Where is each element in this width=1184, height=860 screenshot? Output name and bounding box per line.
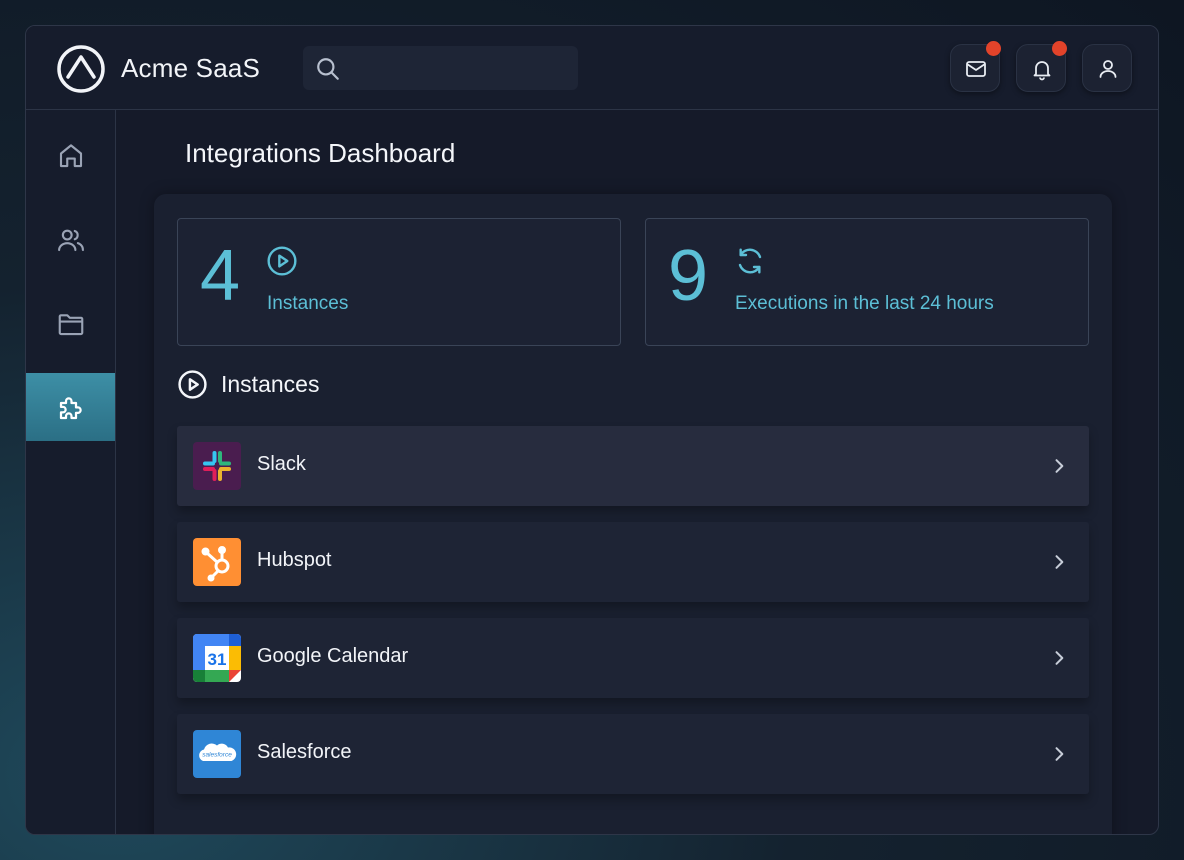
refresh-icon xyxy=(738,248,762,274)
google-calendar-logo: 31 xyxy=(193,634,241,682)
play-circle-icon xyxy=(267,246,297,276)
salesforce-logo-text: salesforce xyxy=(202,752,232,759)
salesforce-logo: salesforce xyxy=(193,730,241,778)
users-icon xyxy=(58,229,84,252)
stat-value: 4 xyxy=(200,236,241,316)
app-name: Acme SaaS xyxy=(121,53,261,83)
stat-card-instances: 4 Instances xyxy=(177,218,621,346)
stat-card-executions: 9 Executions in the last 24 hours xyxy=(645,218,1089,346)
mail-icon xyxy=(966,61,986,77)
stat-label: Executions in the last 24 hours xyxy=(735,293,994,314)
chevron-right-icon xyxy=(1055,651,1064,665)
instance-name: Hubspot xyxy=(257,549,332,571)
logo-icon[interactable] xyxy=(56,44,106,94)
folder-icon xyxy=(58,314,84,336)
chevron-right-icon xyxy=(1055,459,1064,473)
app-window: Acme SaaS Integrations Dashboard 4 Insta… xyxy=(25,25,1159,835)
notifications-button[interactable] xyxy=(1016,41,1067,92)
calendar-date-text: 31 xyxy=(208,650,227,669)
sidebar-item-home[interactable] xyxy=(26,121,115,189)
sidebar-item-integrations[interactable] xyxy=(26,373,115,441)
sidebar-item-files[interactable] xyxy=(26,289,115,357)
section-title: Instances xyxy=(221,371,320,397)
instance-name: Slack xyxy=(257,453,306,475)
puzzle-icon xyxy=(59,397,82,420)
instance-name: Google Calendar xyxy=(257,645,409,667)
slack-logo xyxy=(193,442,241,490)
bell-icon xyxy=(1033,61,1051,81)
stat-value: 9 xyxy=(668,236,709,316)
mail-button[interactable] xyxy=(950,41,1001,92)
hubspot-logo xyxy=(193,538,241,586)
instance-name: Salesforce xyxy=(257,741,352,763)
sidebar xyxy=(26,110,116,834)
home-icon xyxy=(59,144,83,168)
mail-badge xyxy=(986,41,1001,56)
notifications-badge xyxy=(1052,41,1067,56)
chevron-right-icon xyxy=(1055,555,1064,569)
instance-row-hubspot[interactable]: Hubspot xyxy=(177,522,1089,602)
top-bar: Acme SaaS xyxy=(26,26,1158,110)
instance-row-google-calendar[interactable]: 31 Google Calendar xyxy=(177,618,1089,698)
search-input[interactable] xyxy=(303,46,578,90)
instance-row-salesforce[interactable]: salesforce Salesforce xyxy=(177,714,1089,794)
dashboard-panel: 4 Instances 9 Executions in the last 24 … xyxy=(154,194,1112,834)
stat-label: Instances xyxy=(267,293,349,314)
page-title: Integrations Dashboard xyxy=(185,138,456,168)
sidebar-item-users[interactable] xyxy=(26,205,115,273)
play-circle-icon xyxy=(178,370,207,399)
chevron-right-icon xyxy=(1055,747,1064,761)
instance-row-slack[interactable]: Slack xyxy=(177,426,1089,506)
search-icon xyxy=(317,58,339,80)
profile-button[interactable] xyxy=(1082,44,1132,92)
user-icon xyxy=(1099,60,1117,78)
